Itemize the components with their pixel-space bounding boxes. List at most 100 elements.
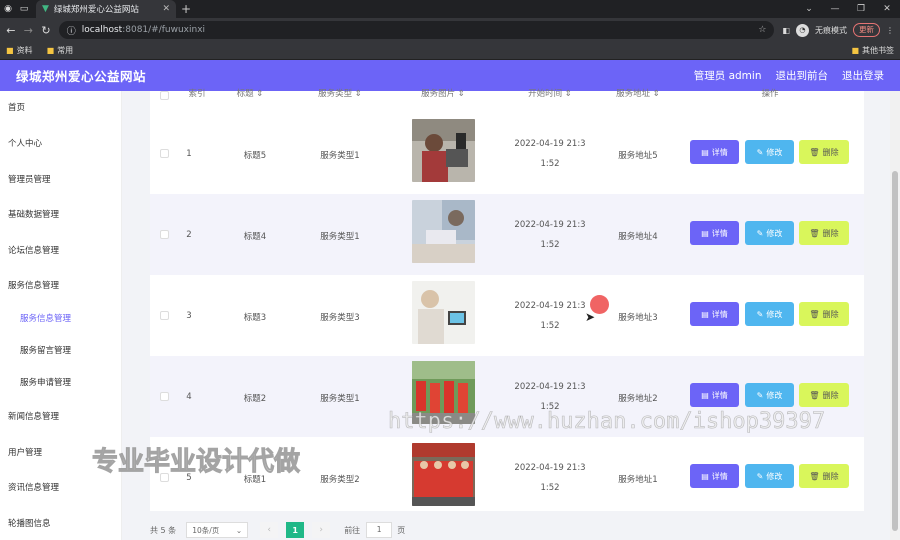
edit-button[interactable]: ✎ 修改 [745, 383, 794, 407]
select-all-checkbox[interactable] [160, 91, 169, 100]
close-window-icon[interactable]: ✕ [874, 4, 900, 14]
document-icon: ▤ [701, 390, 709, 400]
row-index: 2 [186, 230, 192, 240]
scrollbar-thumb[interactable] [892, 171, 898, 531]
detail-button[interactable]: ▤ 详情 [690, 302, 739, 326]
row-checkbox[interactable] [160, 230, 169, 239]
new-tab-icon[interactable]: + [176, 2, 196, 16]
sidebar-item-info[interactable]: 资讯信息管理 [8, 481, 59, 493]
row-checkbox[interactable] [160, 149, 169, 158]
col-header-address[interactable]: 服务地址 ⇕ [598, 89, 678, 109]
tab-close-icon[interactable]: ✕ [162, 4, 170, 14]
sidebar-item-forum[interactable]: 论坛信息管理 [8, 244, 59, 256]
logout-link[interactable]: 退出登录 [842, 68, 884, 83]
watermark-url: https://www.huzhan.com/ishop39397 [388, 409, 826, 435]
pencil-icon: ✎ [756, 228, 764, 238]
sidebar-subitem-service-apply[interactable]: 服务申请管理 [20, 376, 71, 388]
forward-icon[interactable]: → [24, 24, 34, 37]
sidebar-item-admin[interactable]: 管理员管理 [8, 173, 51, 185]
page-size-select[interactable]: 10条/页 ⌄ [186, 522, 249, 538]
col-header-image[interactable]: 服务图片 ⇕ [408, 89, 478, 109]
row-time-line2: 1:52 [540, 240, 560, 250]
row-checkbox[interactable] [160, 392, 169, 401]
detail-button[interactable]: ▤ 详情 [690, 221, 739, 245]
sidebar-item-profile[interactable]: 个人中心 [8, 137, 42, 149]
sidebar-item-users[interactable]: 用户管理 [8, 446, 42, 458]
detail-button[interactable]: ▤ 详情 [690, 140, 739, 164]
browser-menu-icon[interactable]: ◉ [0, 0, 16, 18]
delete-button[interactable]: 🗑 删除 [799, 383, 849, 407]
sidepanel-icon[interactable]: ◧ [782, 26, 790, 35]
reload-icon[interactable]: ↻ [41, 24, 51, 37]
edit-button[interactable]: ✎ 修改 [745, 464, 794, 488]
row-type: 服务类型1 [320, 394, 360, 404]
other-bookmarks[interactable]: ■ 其他书签 [851, 45, 894, 56]
tab-list-icon[interactable]: ▭ [16, 0, 32, 18]
col-header-index: 索引 [188, 89, 206, 99]
sidebar-subitem-service-message[interactable]: 服务留言管理 [20, 344, 71, 356]
sidebar-subitem-service-info[interactable]: 服务信息管理 [20, 312, 71, 324]
col-header-type[interactable]: 服务类型 ⇕ [305, 89, 375, 109]
row-title: 标题5 [243, 151, 267, 161]
back-icon[interactable]: ← [6, 24, 16, 37]
bookmark-item[interactable]: ■ 资料 [6, 45, 33, 56]
col-header-title[interactable]: 标题 ⇕ [230, 89, 270, 109]
row-index: 1 [186, 149, 192, 159]
row-title: 标题2 [243, 394, 267, 404]
browser-tab[interactable]: ▼ 绿城郑州爱心公益网站 ✕ [36, 0, 176, 18]
next-page-button[interactable]: › [312, 522, 331, 538]
edit-button[interactable]: ✎ 修改 [745, 302, 794, 326]
col-header-actions: 操作 [761, 89, 779, 99]
detail-button[interactable]: ▤ 详情 [690, 464, 739, 488]
bookmark-item[interactable]: ■ 常用 [47, 45, 74, 56]
restore-icon[interactable]: ❐ [848, 4, 874, 14]
info-icon[interactable]: ⓘ [67, 24, 76, 37]
sort-icon[interactable]: ⇕ [355, 89, 362, 99]
row-title: 标题4 [243, 232, 267, 242]
delete-button[interactable]: 🗑 删除 [799, 140, 849, 164]
sidebar-item-service[interactable]: 服务信息管理 [8, 279, 59, 291]
delete-button[interactable]: 🗑 删除 [799, 221, 849, 245]
folder-icon: ■ [851, 46, 859, 55]
sidebar-item-news[interactable]: 新闻信息管理 [8, 410, 59, 422]
page-suffix: 页 [397, 525, 406, 535]
delete-button[interactable]: 🗑 删除 [799, 464, 849, 488]
row-time-line2: 1:52 [540, 321, 560, 331]
row-service-image [412, 281, 475, 344]
trash-icon: 🗑 [809, 147, 820, 157]
sort-icon[interactable]: ⇕ [653, 89, 660, 99]
bookmark-star-icon[interactable]: ☆ [758, 25, 766, 35]
row-time-line1: 2022-04-19 21:3 [514, 139, 586, 149]
sidebar-item-carousel[interactable]: 轮播图信息 [8, 517, 51, 529]
minimize-icon[interactable]: — [822, 4, 848, 14]
update-button[interactable]: 更新 [852, 23, 880, 37]
pencil-icon: ✎ [756, 309, 764, 319]
goto-page-input[interactable]: 1 [366, 522, 393, 538]
page-1-button[interactable]: 1 [286, 522, 305, 538]
sort-icon[interactable]: ⇕ [458, 89, 465, 99]
sort-icon[interactable]: ⇕ [565, 89, 572, 99]
detail-button[interactable]: ▤ 详情 [690, 383, 739, 407]
address-bar[interactable]: ⓘ localhost:8081/#/fuwuxinxi ☆ [58, 21, 775, 39]
exit-to-front-link[interactable]: 退出到前台 [776, 68, 829, 83]
incognito-icon[interactable]: ◔ [795, 23, 809, 37]
sidebar-item-home[interactable]: 首页 [8, 101, 25, 113]
sidebar-item-basic-data[interactable]: 基础数据管理 [8, 208, 59, 220]
delete-button[interactable]: 🗑 删除 [799, 302, 849, 326]
row-checkbox[interactable] [160, 311, 169, 320]
edit-button[interactable]: ✎ 修改 [745, 140, 794, 164]
table-row: 1 标题5 服务类型1 2022-04-19 21:3 1:52 服务地址5 ▤… [150, 113, 864, 194]
sort-icon[interactable]: ⇕ [256, 89, 263, 99]
trash-icon: 🗑 [809, 390, 820, 400]
goto-label: 前往 [344, 525, 361, 535]
bookmarks-bar: ■ 资料 ■ 常用 ■ 其他书签 [0, 42, 900, 60]
col-header-time[interactable]: 开始时间 ⇕ [510, 89, 590, 109]
scrollbar[interactable] [890, 91, 900, 540]
table-row: 3 标题3 服务类型3 2022-04-19 21:3 1:52 服务地址3 ▤… [150, 275, 864, 356]
edit-button[interactable]: ✎ 修改 [745, 221, 794, 245]
chevron-down-icon[interactable]: ⌄ [796, 4, 822, 14]
row-address: 服务地址5 [618, 151, 658, 161]
prev-page-button[interactable]: ‹ [260, 522, 279, 538]
browser-toolbar: ← → ↻ ⓘ localhost:8081/#/fuwuxinxi ☆ ◧ ◔… [0, 18, 900, 42]
more-menu-icon[interactable]: ⋮ [886, 26, 894, 35]
